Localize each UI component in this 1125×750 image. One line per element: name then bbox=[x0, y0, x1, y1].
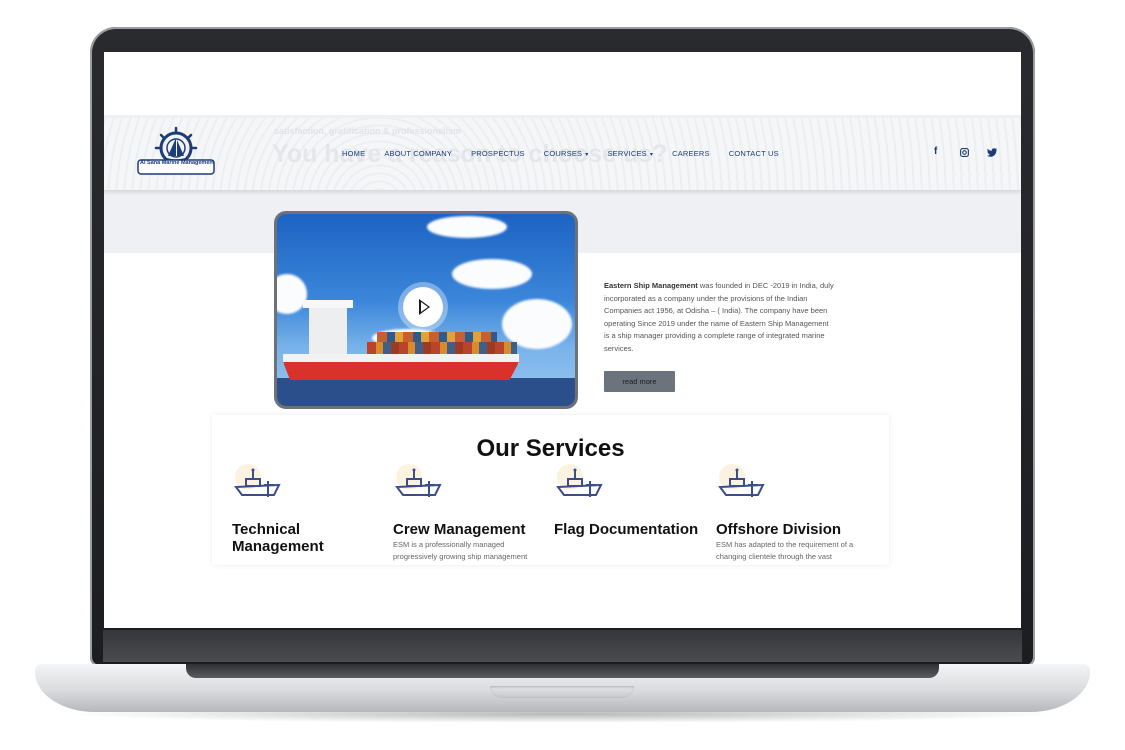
laptop-hinge bbox=[186, 664, 939, 678]
chevron-down-icon: ▾ bbox=[649, 152, 654, 158]
nav-item-contact-us[interactable]: CONTACT US bbox=[729, 149, 779, 158]
service-title: Technical Management bbox=[232, 521, 324, 555]
about-company-name: Eastern Ship Management bbox=[604, 281, 698, 290]
nav-item-services[interactable]: SERVICES ▾ bbox=[607, 149, 653, 158]
ship-hull bbox=[283, 362, 519, 380]
read-more-button[interactable]: read more bbox=[604, 371, 675, 392]
nav-services-label: SERVICES bbox=[607, 149, 647, 158]
services-title: Our Services bbox=[476, 435, 625, 462]
service-desc: ESM has adapted to the requirement of a … bbox=[716, 540, 854, 561]
about-text: Eastern Ship Management was founded in D… bbox=[604, 280, 834, 355]
logo-name: Al Sana Marine Management bbox=[140, 160, 215, 166]
ship-icon bbox=[556, 464, 603, 497]
facebook-icon[interactable]: f bbox=[934, 146, 937, 157]
nav-item-courses[interactable]: COURSES ▾ bbox=[544, 149, 589, 158]
cloud bbox=[452, 259, 532, 289]
twitter-icon[interactable] bbox=[987, 148, 997, 157]
ship-bridge bbox=[303, 300, 353, 308]
nav-item-about-company[interactable]: ABOUT COMPANY bbox=[384, 149, 452, 158]
nav-home-label: HOME bbox=[342, 149, 366, 158]
cloud bbox=[277, 274, 307, 314]
cloud bbox=[427, 216, 507, 238]
service-title: Crew Management bbox=[393, 521, 526, 538]
ship-icon bbox=[718, 464, 765, 497]
nav-item-careers[interactable]: CAREERS bbox=[672, 149, 710, 158]
website-screen: satisfaction, gratification & profession… bbox=[104, 52, 1021, 628]
services-section: Our Services Technical Management Crew M… bbox=[212, 415, 889, 565]
site-header: satisfaction, gratification & profession… bbox=[104, 118, 1021, 191]
nav-item-home[interactable]: HOME bbox=[342, 149, 365, 158]
sea bbox=[277, 378, 575, 406]
company-video[interactable] bbox=[274, 211, 578, 409]
nav-item-prospectus[interactable]: PROSPECTUS bbox=[471, 149, 525, 158]
service-title: Flag Documentation bbox=[554, 521, 699, 538]
service-title: Offshore Division bbox=[716, 521, 842, 538]
ship-icon bbox=[234, 464, 281, 497]
about-body: was founded in DEC -2019 in India, duly … bbox=[604, 281, 834, 353]
ship-icon bbox=[395, 464, 442, 497]
ship-wheel-logo-icon[interactable] bbox=[134, 126, 218, 184]
instagram-icon[interactable] bbox=[960, 148, 969, 157]
nav-careers-label: CAREERS bbox=[672, 149, 710, 158]
play-icon bbox=[419, 299, 430, 315]
nav-about-label: ABOUT COMPANY bbox=[384, 149, 453, 158]
play-button[interactable] bbox=[403, 287, 443, 327]
main-nav: HOME ABOUT COMPANY PROSPECTUS COURSES ▾ S… bbox=[342, 149, 798, 158]
laptop-bezel-bottom bbox=[103, 630, 1022, 662]
hero-tagline: satisfaction, gratification & profession… bbox=[274, 126, 462, 136]
nav-contact-label: CONTACT US bbox=[728, 149, 779, 158]
service-desc: ESM is a professionally managed progress… bbox=[393, 540, 528, 561]
nav-courses-label: COURSES bbox=[543, 149, 583, 158]
ship-superstructure bbox=[309, 306, 347, 356]
chevron-down-icon: ▾ bbox=[585, 152, 589, 158]
nav-prospectus-label: PROSPECTUS bbox=[471, 149, 525, 158]
laptop-notch bbox=[490, 686, 634, 698]
